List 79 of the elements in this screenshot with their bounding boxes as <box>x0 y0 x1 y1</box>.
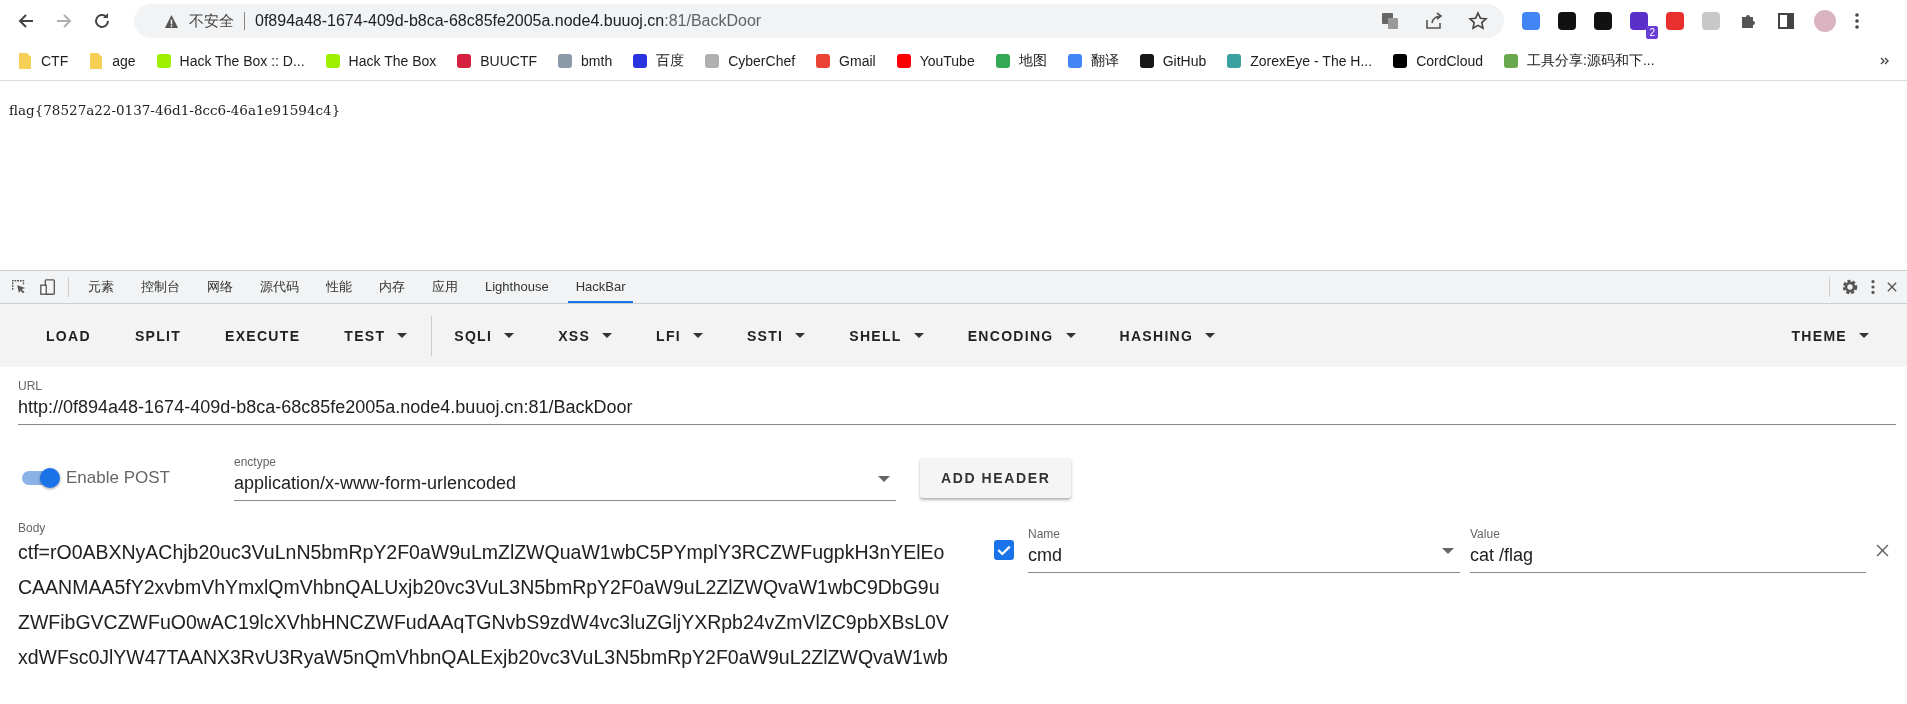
theme-button[interactable]: THEME <box>1769 319 1891 352</box>
settings-icon[interactable] <box>1841 278 1859 296</box>
bookmark[interactable]: CordCloud <box>1393 53 1484 69</box>
folder-icon <box>89 52 104 70</box>
caret-icon <box>504 332 515 339</box>
enctype-select[interactable]: enctype application/x-www-form-urlencoded <box>234 455 896 501</box>
extension-icon[interactable] <box>1594 12 1612 30</box>
bookmark[interactable]: BUUCTF <box>457 53 538 69</box>
bookmark[interactable]: CTF <box>18 52 69 70</box>
bookmark[interactable]: 百度 <box>633 52 685 70</box>
extension-icon[interactable] <box>1630 12 1648 30</box>
header-checkbox[interactable] <box>994 540 1014 560</box>
menu-button[interactable]: EXECUTE <box>203 319 323 352</box>
address-text: 0f894a48-1674-409d-b8ca-68c85fe2005a.node4.buuoj.cn:81/BackDoor <box>255 12 762 30</box>
post-toggle[interactable] <box>22 466 60 490</box>
header-value-field[interactable]: Value cat /flag <box>1470 527 1866 573</box>
extension-badge: 2 <box>1646 26 1658 39</box>
menu-button[interactable]: SPLIT <box>112 319 204 352</box>
menu-button[interactable]: LFI <box>634 319 725 352</box>
side-panel-icon[interactable] <box>1776 11 1796 31</box>
menu-button[interactable]: SHELL <box>827 319 946 352</box>
bookmark[interactable]: Hack The Box :: D... <box>156 53 305 69</box>
menu-button[interactable]: SQLI <box>431 315 537 356</box>
address-bar[interactable]: 不安全 0f894a48-1674-409d-b8ca-68c85fe2005a.node4.buuoj.cn:81/BackDoor <box>134 4 1504 38</box>
bookmark[interactable]: 地图 <box>995 52 1047 70</box>
bookmark[interactable]: age <box>89 52 136 70</box>
bookmark[interactable]: YouTube <box>896 53 975 69</box>
menu-button[interactable]: LOAD <box>24 319 113 352</box>
star-icon[interactable] <box>1468 11 1488 31</box>
header-name-field[interactable]: Name cmd <box>1028 527 1460 573</box>
caret-icon <box>795 332 806 339</box>
devtools-tab[interactable]: 应用 <box>424 271 466 303</box>
body-field[interactable]: Body ctf=rO0ABXNyAChjb20uc3VuLnN5bmRpY2F0aW9uLmZlZWQuaW1wbC5PYmplY3RCZWFugpkH3nYElEo CAANMAA5fY2xvbmVhYmxlQmVhbnQALUxjb20vc3VuL3N5bmRpY2F0aW9uL2ZlZWQvaW1wbC9DbG9u ZWFibGVCZWFuO0wAC19lcXVhbHNCZWFudAAqTGNvbS9zdW4vc3luZGljYXRpb24vZmVlZC9pbXBsL0V xdWFsc0JlYW47TAANX3RvU3RyaW5nQmVhbnQALExjb20vc3VuL3N5bmRpY2F0aW9uL2ZlZWQvaW1wb <box>18 521 984 675</box>
caret-icon <box>1065 332 1076 339</box>
chevron-icon[interactable] <box>1879 55 1891 67</box>
devtools-tab[interactable]: 内存 <box>371 271 413 303</box>
folder-icon <box>18 52 32 70</box>
devtools-tab[interactable]: 源代码 <box>252 271 307 303</box>
extension-icon[interactable] <box>1558 12 1576 30</box>
devtools-tab[interactable]: Lighthouse <box>477 271 557 303</box>
toggle-label: Enable POST <box>66 468 171 488</box>
bookmark[interactable]: bmth <box>558 53 613 69</box>
menu-button[interactable]: HASHING <box>1097 319 1238 352</box>
bookmark[interactable]: Gmail <box>816 53 876 69</box>
page-text: flag{78527a22-0137-46d1-8cc6-46a1e91594c4} <box>9 102 342 118</box>
caret-icon <box>1205 332 1216 339</box>
bookmark[interactable]: CyberChef <box>705 53 796 69</box>
devtools-tab[interactable]: 控制台 <box>133 271 188 303</box>
security-label: 不安全 <box>189 11 234 31</box>
caret-icon <box>602 332 613 339</box>
translate-icon[interactable] <box>1380 11 1400 31</box>
bookmark[interactable]: ZorexEye - The H... <box>1227 53 1373 69</box>
device-icon[interactable] <box>39 278 57 296</box>
menu-button[interactable]: SSTI <box>724 319 828 352</box>
caret-icon <box>1859 332 1869 339</box>
devtools-tab[interactable]: 网络 <box>199 271 241 303</box>
close-icon[interactable] <box>1887 280 1897 294</box>
bookmark[interactable]: 翻译 <box>1067 52 1119 70</box>
bookmark[interactable]: GitHub <box>1139 53 1207 69</box>
dropdown-icon <box>1442 548 1454 554</box>
add-header-button[interactable]: ADD HEADER <box>920 458 1072 498</box>
share-icon[interactable] <box>1424 11 1444 31</box>
more-icon[interactable] <box>1870 278 1876 296</box>
bookmark[interactable]: Hack The Box <box>325 53 437 69</box>
menu-button[interactable]: XSS <box>536 319 635 352</box>
menu-button[interactable]: TEST <box>322 319 430 352</box>
dropdown-icon <box>878 476 890 482</box>
devtools-tab[interactable]: 元素 <box>80 271 122 303</box>
reload-icon[interactable] <box>92 11 112 31</box>
caret-icon <box>692 332 703 339</box>
bookmark[interactable]: 工具分享:源码和下... <box>1504 52 1655 70</box>
warning-icon <box>164 13 179 29</box>
caret-icon <box>397 332 408 339</box>
remove-icon[interactable] <box>1876 543 1889 557</box>
menu-button[interactable]: ENCODING <box>945 319 1098 352</box>
more-icon[interactable] <box>1854 11 1860 31</box>
url-field[interactable]: URL http://0f894a48-1674-409d-b8ca-68c85fe2005a.node4.buuoj.cn:81/BackDoor <box>18 379 1896 425</box>
devtools-tab[interactable]: 性能 <box>318 271 360 303</box>
caret-icon <box>913 332 924 339</box>
